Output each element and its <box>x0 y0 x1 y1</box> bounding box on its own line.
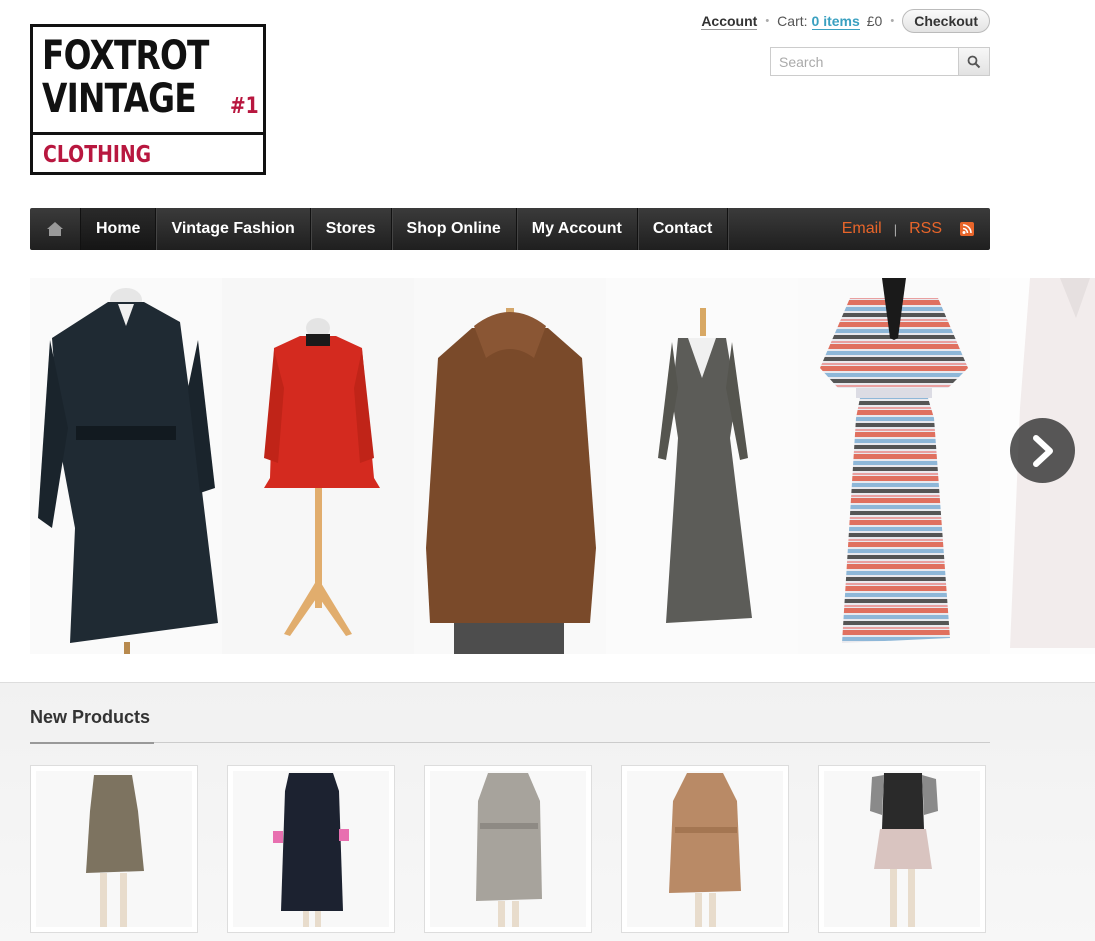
nav-item-vintage-fashion[interactable]: Vintage Fashion <box>156 208 311 250</box>
logo-number: #1 <box>230 94 259 119</box>
product-card[interactable] <box>227 765 395 933</box>
product-card[interactable] <box>621 765 789 933</box>
carousel-slide[interactable] <box>414 278 606 654</box>
logo-divider <box>33 132 263 135</box>
nav-item-contact[interactable]: Contact <box>638 208 729 250</box>
section-divider-accent <box>30 742 154 744</box>
cart-items-link[interactable]: 0 items <box>811 13 860 30</box>
product-image <box>476 773 542 901</box>
search-form <box>770 47 990 76</box>
nav-item-home[interactable]: Home <box>81 208 157 250</box>
checkout-button[interactable]: Checkout <box>902 9 990 33</box>
section-divider <box>30 742 990 743</box>
separator-dot: • <box>890 15 895 27</box>
product-card[interactable] <box>818 765 986 933</box>
account-link[interactable]: Account <box>701 13 758 30</box>
header-links: Account • Cart: 0 items £0 • Checkout <box>701 9 990 33</box>
nav-rss-link[interactable]: RSS <box>909 220 942 238</box>
site-logo[interactable]: FOXTROT VINTAGE #1 CLOTHING <box>30 24 266 175</box>
chevron-right-icon <box>1032 434 1053 467</box>
cart-label: Cart: <box>777 13 808 29</box>
rss-icon[interactable] <box>960 222 974 236</box>
nav-social: Email | RSS <box>842 208 990 250</box>
logo-text-line2: VINTAGE <box>42 76 197 122</box>
nav-email-link[interactable]: Email <box>842 220 882 238</box>
search-button[interactable] <box>958 47 990 76</box>
separator-dot: • <box>765 15 770 27</box>
product-card[interactable] <box>30 765 198 933</box>
carousel-slide[interactable] <box>798 278 990 654</box>
carousel-next-button[interactable] <box>1010 418 1075 483</box>
main-nav: Home Vintage Fashion Stores Shop Online … <box>30 208 990 250</box>
product-card[interactable] <box>424 765 592 933</box>
slide-garment <box>426 328 596 623</box>
carousel-slide[interactable] <box>606 278 798 654</box>
home-icon <box>47 222 63 236</box>
nav-item-stores[interactable]: Stores <box>311 208 392 250</box>
logo-text-line1: FOXTROT <box>42 33 209 79</box>
search-icon <box>967 55 981 68</box>
carousel-slide[interactable] <box>222 278 414 654</box>
featured-carousel[interactable] <box>30 278 1095 654</box>
section-title: New Products <box>30 707 151 727</box>
nav-item-my-account[interactable]: My Account <box>517 208 638 250</box>
product-image <box>281 773 343 911</box>
new-products-section: New Products <box>0 682 1095 941</box>
product-image <box>882 773 924 829</box>
cart-total: £0 <box>866 13 883 29</box>
nav-separator: | <box>893 221 898 237</box>
nav-home-button[interactable] <box>30 208 81 250</box>
search-input[interactable] <box>770 47 958 76</box>
carousel-slide[interactable] <box>30 278 222 654</box>
nav-item-shop-online[interactable]: Shop Online <box>392 208 517 250</box>
logo-text-line3: CLOTHING <box>43 142 152 168</box>
